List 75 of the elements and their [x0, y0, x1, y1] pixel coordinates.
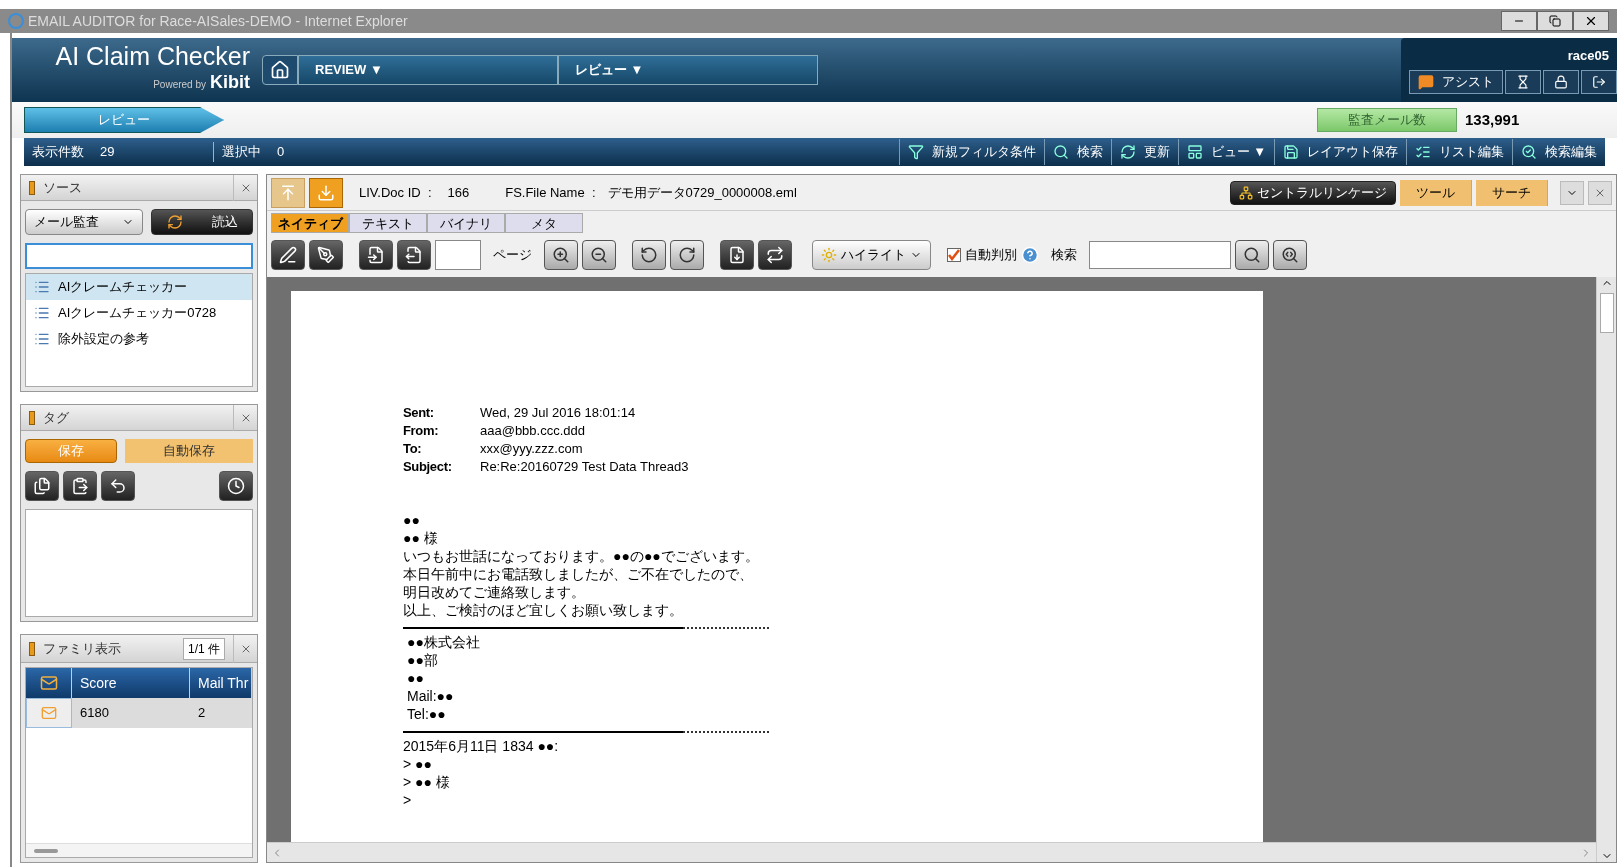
search-label: 検索 [1051, 246, 1077, 265]
toolbar-button[interactable]: レイアウト保存 [1274, 139, 1406, 165]
powered-by-text: Powered by [153, 78, 206, 92]
source-dropdown[interactable]: メール監査 [25, 209, 143, 235]
selected-count: 0 [277, 143, 285, 162]
table-cell-text: 6180 [79, 704, 110, 723]
source-list-item[interactable]: AIクレームチェッカー [26, 274, 252, 300]
email-header-label: To: [403, 440, 423, 457]
auto-detect-checkbox[interactable]: 自動判別 [947, 245, 1017, 265]
central-linkage-button[interactable]: セントラルリンケージ [1230, 180, 1396, 205]
email-header-value: Re:Re:20160729 Test Data Thread3 [480, 458, 689, 475]
toolbar-button[interactable]: 検索 [1043, 139, 1111, 165]
highlight-button[interactable]: ハイライト [812, 240, 931, 270]
viewer-tab[interactable]: バイナリ [427, 213, 505, 233]
email-header-value: aaa@bbb.ccc.ddd [480, 422, 585, 439]
signature-line: ●●部 [407, 651, 439, 669]
email-header-value: xxx@yyy.zzz.com [480, 440, 583, 457]
autosave-button[interactable]: 自動保存 [125, 439, 253, 463]
window-title: EMAIL AUDITOR for Race-AISales-DEMO - Internet Explorer [28, 11, 408, 31]
side-button[interactable]: サーチ [1476, 179, 1548, 206]
quote-line: > [403, 791, 413, 809]
source-list-item[interactable]: 除外設定の参考 [26, 326, 252, 352]
quote-line: > ●● 様 [403, 773, 451, 791]
toolbar-button[interactable]: ビュー ▼ [1177, 139, 1274, 165]
source-item-label: AIクレームチェッカー [58, 278, 188, 297]
family-count: 1/1 件 [183, 637, 225, 660]
file-name: デモ用データ0729_0000008.eml [607, 183, 797, 202]
toolbar-button[interactable]: リスト編集 [1406, 139, 1512, 165]
email-body-line: ●● [403, 511, 421, 529]
audit-count: 133,991 [1465, 109, 1521, 130]
quote-line: > ●● [403, 755, 433, 773]
shown-count-label: 表示件数 [32, 143, 84, 162]
email-header-label: Subject: [403, 458, 453, 475]
file-name-label: FS.File Name : [505, 183, 596, 202]
page-label: ページ [493, 246, 532, 265]
signature-line: Tel:●● [407, 705, 447, 723]
doc-id: 166 [447, 183, 470, 202]
load-button[interactable]: 読込 [151, 209, 253, 235]
selected-count-label: 選択中 [213, 142, 261, 162]
signature-line: Mail:●● [407, 687, 455, 705]
email-body-line: ●● 様 [403, 529, 439, 547]
email-body-line: 明日改めてご連絡致します。 [403, 583, 586, 601]
brand-logo: Kibit [210, 71, 250, 94]
breadcrumb-item[interactable]: REVIEW ▼ [298, 55, 558, 85]
quote-line: 2015年6月11日 1834 ●●: [403, 737, 560, 755]
email-header-value: Wed, 29 Jul 2016 18:01:14 [480, 404, 636, 421]
viewer-tab[interactable]: メタ [505, 213, 583, 233]
source-item-label: AIクレームチェッカー0728 [58, 304, 217, 323]
assist-button[interactable]: アシスト [1409, 69, 1503, 94]
table-cell-text: 2 [197, 704, 207, 723]
email-header-label: Sent: [403, 404, 435, 421]
email-body-line: 本日午前中にお電話致しましたが、ご不在でしたので、 [403, 565, 754, 583]
source-item-label: 除外設定の参考 [58, 330, 149, 349]
viewer-tab[interactable]: ネイティブ [271, 213, 349, 233]
source-list-item[interactable]: AIクレームチェッカー0728 [26, 300, 252, 326]
signature-line: ●● [407, 669, 425, 687]
app-name: AI Claim Checker [55, 44, 250, 69]
toolbar-button[interactable]: 検索編集 [1512, 139, 1605, 165]
viewer-tab[interactable]: テキスト [349, 213, 427, 233]
email-body-line: 以上、ご検討のほど宜しくお願い致します。 [403, 601, 684, 619]
user-name: race05 [1567, 47, 1610, 66]
doc-id-label: LIV.Doc ID : [359, 183, 432, 202]
panel-title: タグ [43, 408, 69, 427]
panel-title: ソース [43, 178, 82, 197]
toolbar-button[interactable]: 新規フィルタ条件 [898, 139, 1044, 165]
table-row[interactable]: 6180 2 [26, 698, 252, 728]
breadcrumb-item[interactable]: レビュー ▼ [558, 55, 818, 85]
side-button[interactable]: ツール [1400, 179, 1472, 206]
toolbar-button[interactable]: 更新 [1110, 139, 1178, 165]
email-header-label: From: [403, 422, 440, 439]
shown-count: 29 [100, 143, 116, 162]
audit-count-label: 監査メール数 [1317, 108, 1457, 132]
email-body-line: いつもお世話になっております。●●の●●でございます。 [403, 547, 760, 565]
panel-title: ファミリ表示 [43, 639, 121, 658]
signature-line: ●●株式会社 [407, 633, 481, 651]
